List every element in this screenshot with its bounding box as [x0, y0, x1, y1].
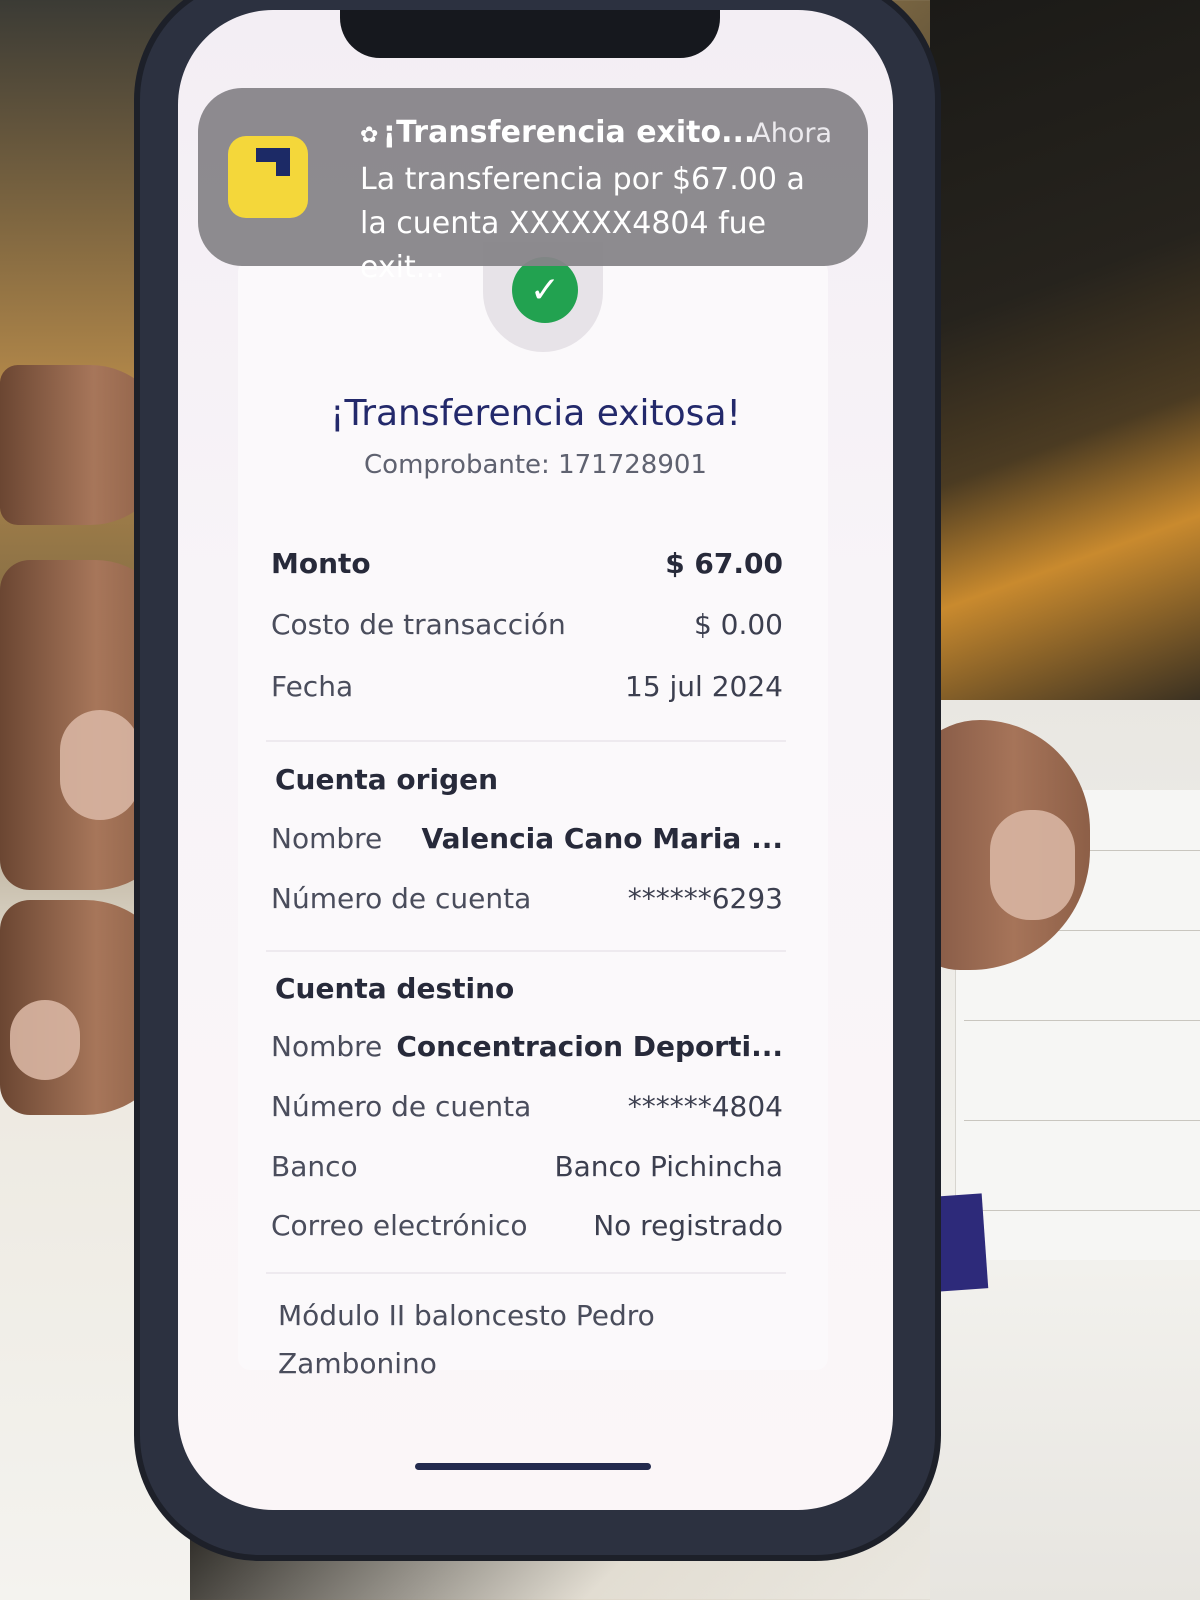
- fee-label: Costo de transacción: [271, 608, 566, 641]
- destination-account-value: ******4804: [627, 1090, 783, 1123]
- date-value: 15 jul 2024: [625, 670, 783, 703]
- success-headline: ¡Transferencia exitosa!: [330, 393, 741, 434]
- destination-heading: Cuenta destino: [275, 972, 515, 1005]
- notification-time: Ahora: [752, 118, 832, 149]
- phone-notch: [340, 10, 720, 58]
- destination-bank-label: Banco: [271, 1150, 358, 1183]
- origin-name-value: Valencia Cano Maria ...: [421, 822, 783, 855]
- destination-email-row: Correo electrónico No registrado: [271, 1209, 783, 1242]
- background-blue-object: [931, 1193, 989, 1292]
- destination-name-row: Nombre Concentracion Deporti...: [271, 1030, 783, 1063]
- coin-icon: ✿: [360, 123, 379, 148]
- transfer-memo: Módulo II baloncesto Pedro Zambonino: [278, 1299, 655, 1380]
- notification-title-text: ¡Transferencia exito...: [382, 115, 756, 150]
- background-right-top: [930, 0, 1200, 720]
- notification-body: La transferencia por $67.00 a la cuenta …: [360, 162, 805, 285]
- divider: [266, 1272, 786, 1274]
- divider: [266, 950, 786, 952]
- phone: ✓ ✿ ¡Transferencia exito... Ahora La tran…: [140, 0, 935, 1555]
- destination-bank-value: Banco Pichincha: [554, 1150, 783, 1183]
- amount-label: Monto: [271, 547, 371, 580]
- home-indicator[interactable]: [415, 1463, 651, 1470]
- origin-account-label: Número de cuenta: [271, 882, 532, 915]
- origin-account-value: ******6293: [627, 882, 783, 915]
- date-row: Fecha 15 jul 2024: [271, 670, 783, 703]
- origin-name-label: Nombre: [271, 822, 383, 855]
- destination-name-label: Nombre: [271, 1030, 383, 1063]
- voucher-number: Comprobante: 171728901: [364, 450, 707, 480]
- destination-email-value: No registrado: [593, 1209, 783, 1242]
- fee-row: Costo de transacción $ 0.00: [271, 608, 783, 641]
- destination-name-value: Concentracion Deporti...: [396, 1030, 783, 1063]
- date-label: Fecha: [271, 670, 354, 703]
- origin-account-row: Número de cuenta ******6293: [271, 882, 783, 915]
- origin-heading: Cuenta origen: [275, 763, 499, 796]
- push-notification[interactable]: ✿ ¡Transferencia exito... Ahora La transf…: [198, 88, 868, 285]
- bank-app-icon: [228, 136, 308, 218]
- phone-screen: ✓ ✿ ¡Transferencia exito... Ahora La tran…: [178, 10, 893, 1510]
- origin-name-row: Nombre Valencia Cano Maria ...: [271, 822, 783, 855]
- fee-value: $ 0.00: [693, 608, 783, 641]
- destination-email-label: Correo electrónico: [271, 1209, 528, 1242]
- notification-title: ✿ ¡Transferencia exito...: [360, 115, 755, 150]
- divider: [266, 740, 786, 742]
- destination-account-label: Número de cuenta: [271, 1090, 532, 1123]
- destination-bank-row: Banco Banco Pichincha: [271, 1150, 783, 1183]
- amount-value: $ 67.00: [665, 547, 783, 580]
- amount-row: Monto $ 67.00: [271, 547, 783, 580]
- destination-account-row: Número de cuenta ******4804: [271, 1090, 783, 1123]
